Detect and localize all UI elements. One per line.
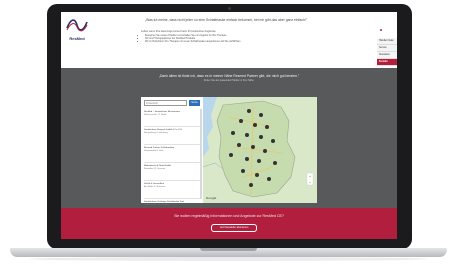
newsletter-banner: Sie wollen regelmäßig Informationen und … xyxy=(61,208,397,239)
header-bullet-list: Besuchen Sie unsere Händler und erhalten… xyxy=(141,34,241,44)
side-menu-item-haendler[interactable]: Händler finden xyxy=(377,38,397,45)
map-attribution: Google xyxy=(206,196,217,200)
list-item[interactable]: Sanitätshaus Beispiel GmbH & Co. KG Beis… xyxy=(144,127,200,145)
banner-text: Sie wollen regelmäßig Informationen und … xyxy=(174,214,284,218)
dealer-address: Am Markt 3, München xyxy=(144,186,166,188)
map-canvas[interactable]: + − xyxy=(203,97,317,203)
search-button[interactable]: Suche xyxy=(189,100,200,106)
menu-indicator-icon xyxy=(380,29,382,31)
side-menu-item-kontakt[interactable]: Kontakt xyxy=(377,59,397,66)
resmed-logo-icon xyxy=(66,19,88,32)
laptop-shadow xyxy=(30,257,427,261)
dealer-results-list: ResMed – Sanitätshaus Mustermann Musters… xyxy=(144,109,200,217)
bullet-item: Wir im Rückhören Ihre Therapie mit neuen… xyxy=(145,40,241,43)
dealer-list-panel: Postleitzahl Suche ResMed – Sanitätshaus… xyxy=(141,97,203,217)
newsletter-button[interactable]: Jetzt Newsletter abonnieren xyxy=(211,224,257,232)
dealer-address: Hauptstraße 8, Köln xyxy=(144,150,164,152)
dealer-locator-section: „Dank allem ist finde ich, dass es in me… xyxy=(61,68,397,217)
brand-name: ResMed xyxy=(69,36,85,41)
list-item[interactable]: Resmed Partner Schlafmedizin Hauptstraße… xyxy=(144,145,200,163)
header-intro: Leben wenn Ihre Atemzüge erneut beim Ihr… xyxy=(141,30,217,33)
dealer-address: Nordallee 21, Bremen xyxy=(144,168,166,170)
dealer-address: Lindenstraße 15, Stuttgart xyxy=(144,204,170,206)
dealer-address: Beispielweg 4, Hamburg xyxy=(144,132,168,134)
locator-subtitle: Finden Sie den passenden Händler in Ihre… xyxy=(203,80,255,82)
list-item[interactable]: ResMed – Sanitätshaus Mustermann Musters… xyxy=(144,109,200,127)
postcode-search-input[interactable]: Postleitzahl xyxy=(144,100,187,106)
dealer-address: Musterstraße 12, Berlin xyxy=(144,114,167,116)
locator-title: „Dank allem ist finde ich, dass es in me… xyxy=(158,74,300,78)
webcam-icon xyxy=(228,7,231,10)
brand-logo[interactable]: ResMed xyxy=(65,16,89,46)
results-scrollbar[interactable] xyxy=(200,109,202,199)
page-header: ResMed „Was tut meine, dass nicht jeder … xyxy=(61,12,397,68)
list-item[interactable]: Medizintechnik Nord GmbH Nordallee 21, B… xyxy=(144,163,200,181)
side-menu-item-service[interactable]: Service xyxy=(377,45,397,52)
header-headline: „Was tut meine, dass nicht jeder so eine… xyxy=(144,18,308,22)
dealer-map[interactable]: + − Google xyxy=(203,97,317,203)
laptop-notch xyxy=(200,248,257,251)
list-item[interactable]: Schlaf & Gesundheit Am Markt 3, München xyxy=(144,181,200,199)
side-menu: Händler finden Service Newsletter Kontak… xyxy=(377,38,397,66)
browser-screen: ResMed „Was tut meine, dass nicht jeder … xyxy=(61,12,397,239)
side-menu-item-newsletter[interactable]: Newsletter xyxy=(377,52,397,59)
